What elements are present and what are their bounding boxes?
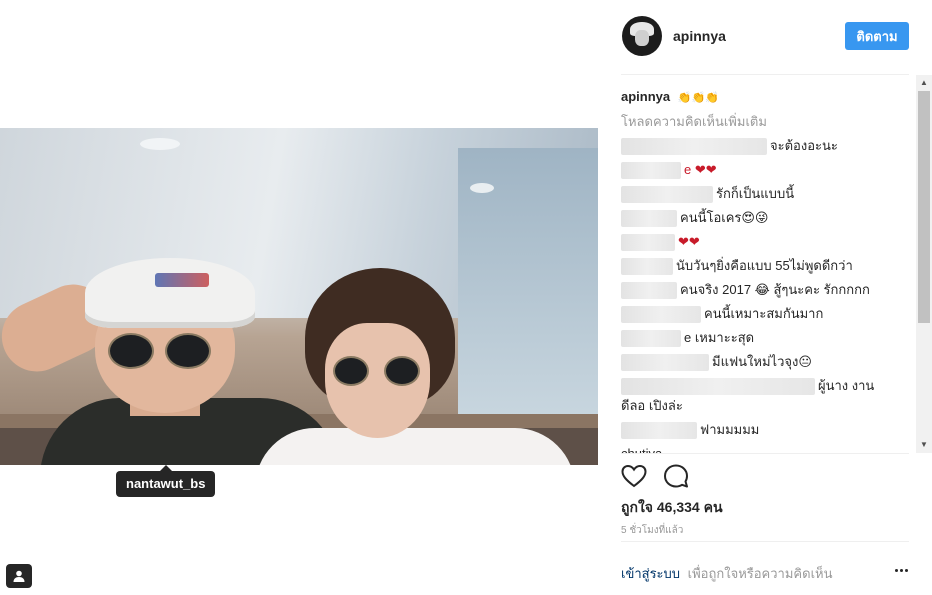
comments-scrollbar[interactable]: ▲ ▼ [916,75,932,453]
scroll-thumb[interactable] [918,91,930,323]
scroll-up-arrow-icon[interactable]: ▲ [916,75,932,91]
divider [621,453,909,454]
divider [621,541,909,542]
comment-text: นับวันๆยิ่งคือแบบ 55ไม่พูดดีกว่า [676,258,853,273]
comment-icon[interactable] [662,462,690,490]
list-item: ผู้นาง งาน [621,377,874,395]
comments-list: apinnya 👏👏👏 โหลดความคิดเห็นเพิ่มเติม จะต… [621,75,916,453]
list-item: ❤❤ [621,233,700,251]
list-item: chutiva ... [621,445,677,453]
sunglasses-lens [384,356,420,386]
comment-text: รักก็เป็นแบบนี้ [716,186,795,201]
list-item: ฟามมมมม [621,421,759,439]
post-timestamp[interactable]: 5 ชั่วโมงที่แล้ว [621,523,683,538]
list-item: คนจริง 2017 😂 สู้ๆนะคะ รักกกกก [621,281,870,299]
cap-logo [155,273,209,287]
comment-text: ผู้นาง งาน [818,378,875,393]
user-tag-bubble[interactable]: nantawut_bs [116,465,216,497]
load-more-comments-link[interactable]: โหลดความคิดเห็นเพิ่มเติม [621,113,767,131]
likes-count[interactable]: ถูกใจ 46,334 คน [621,497,723,519]
sunglasses-lens [165,333,211,369]
blurred-username[interactable] [621,257,673,275]
list-item: ดีลอ เปิงล่ะ [621,397,683,415]
person-cap [85,258,255,328]
comment-text[interactable]: chutiva ... [621,445,677,453]
scroll-down-arrow-icon[interactable]: ▼ [916,437,932,453]
list-item: มีแฟนใหม่ไวจุง😐 [621,353,812,371]
comment-text: e ❤❤ [684,162,717,177]
login-prompt-text: เพื่อถูกใจหรือความคิดเห็น [687,566,833,581]
photo-ceiling-light [140,138,180,150]
blurred-username[interactable] [621,305,701,323]
caption-emoji: 👏👏👏 [677,92,719,104]
dot-icon [899,568,903,572]
blurred-username[interactable] [621,137,767,155]
blurred-username[interactable] [621,421,697,439]
list-item: จะต้องอะนะ [621,137,838,155]
blurred-username[interactable] [621,233,675,251]
list-item: นับวันๆยิ่งคือแบบ 55ไม่พูดดีกว่า [621,257,853,275]
login-link[interactable]: เข้าสู่ระบบ [621,566,680,581]
blurred-username[interactable] [621,377,815,395]
dot-icon [904,568,908,572]
comment-text: คนจริง 2017 😂 สู้ๆนะคะ รักกกกก [680,282,870,297]
sunglasses-lens [333,356,369,386]
follow-button[interactable]: ติดตาม [845,22,909,50]
header-username[interactable]: apinnya [673,28,726,44]
comment-text: e เหมาะะสุด [684,330,755,345]
avatar[interactable] [622,16,662,56]
blurred-username[interactable] [621,353,709,371]
comment-text: ❤❤ [678,234,700,249]
list-item: คนนี้เหมาะสมกันมาก [621,305,823,323]
list-item: คนนี้โอเคร😍😜 [621,209,769,227]
blurred-username[interactable] [621,209,677,227]
blurred-username[interactable] [621,329,681,347]
avatar-face [635,30,649,46]
comment-text: ดีลอ เปิงล่ะ [621,398,683,413]
blurred-username[interactable] [621,281,677,299]
caption-username[interactable]: apinnya [621,89,670,104]
heart-icon[interactable] [620,462,648,490]
comment-text: ฟามมมมม [700,422,760,437]
blurred-username[interactable] [621,161,681,179]
list-item: รักก็เป็นแบบนี้ [621,185,794,203]
post-photo[interactable] [0,128,598,465]
comment-text: มีแฟนใหม่ไวจุง😐 [712,354,812,369]
media-area: nantawut_bs [0,0,600,595]
person-shirt [255,428,575,465]
comment-text: คนนี้เหมาะสมกันมาก [704,306,824,321]
person-icon [13,570,25,582]
dot-icon [894,568,898,572]
list-item: e เหมาะะสุด [621,329,754,347]
caption: apinnya 👏👏👏 [621,88,719,107]
post-header: apinnya ติดตาม [600,0,932,74]
user-tag-icon[interactable] [6,564,32,588]
blurred-username[interactable] [621,185,713,203]
more-options-button[interactable] [892,561,910,579]
list-item: e ❤❤ [621,161,717,179]
login-prompt: เข้าสู่ระบบ เพื่อถูกใจหรือความคิดเห็น [621,563,832,584]
sunglasses-lens [108,333,154,369]
comment-text: จะต้องอะนะ [770,138,838,153]
photo-ceiling-light [470,183,494,193]
comment-text: คนนี้โอเคร😍😜 [680,210,769,225]
post-side-panel: apinnya ติดตาม apinnya 👏👏👏 โหลดความคิดเห… [600,0,932,595]
